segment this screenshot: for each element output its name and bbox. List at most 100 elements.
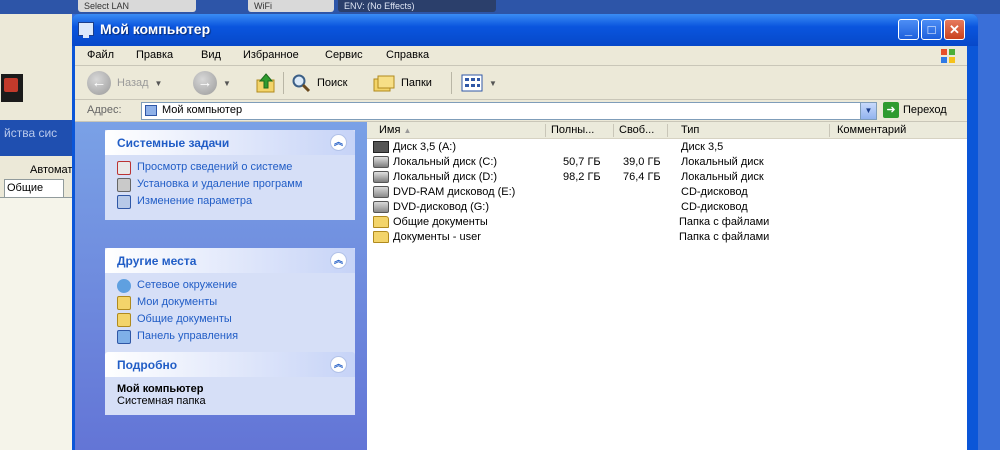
item-name: Диск 3,5 (A:): [393, 141, 457, 153]
menu-file[interactable]: Файл: [87, 49, 114, 61]
go-button[interactable]: ➜ Переход: [883, 102, 947, 118]
back-button[interactable]: ← Назад ▼: [87, 70, 162, 96]
list-item[interactable]: Локальный диск (D:) 98,2 ГБ 76,4 ГБ Лока…: [367, 170, 967, 185]
details-panel: Подробно ︽ Мой компьютер Системная папка: [105, 352, 355, 415]
menu-tools[interactable]: Сервис: [325, 49, 363, 61]
column-name[interactable]: Имя ▲: [379, 124, 411, 138]
place-label: Сетевое окружение: [137, 279, 238, 291]
close-button[interactable]: ✕: [944, 19, 965, 40]
folder-up-icon: [256, 73, 275, 93]
list-item[interactable]: DVD-дисковод (G:) CD-дисковод: [367, 200, 967, 215]
task-add-remove-programs[interactable]: Установка и удаление программ: [117, 178, 345, 192]
system-tasks-title: Системные задачи: [117, 136, 230, 150]
column-divider[interactable]: [613, 124, 614, 137]
place-label: Мои документы: [137, 296, 218, 308]
forward-arrow-icon: →: [193, 71, 217, 95]
place-my-documents[interactable]: Мои документы: [117, 296, 345, 310]
place-control-panel[interactable]: Панель управления: [117, 330, 345, 344]
background-dialog-pane: [0, 197, 72, 450]
task-view-system-info[interactable]: Просмотр сведений о системе: [117, 161, 345, 175]
column-divider[interactable]: [667, 124, 668, 137]
list-item[interactable]: Общие документы Папка с файлами: [367, 215, 967, 230]
menu-bar: Файл Правка Вид Избранное Сервис Справка: [75, 46, 967, 66]
back-label: Назад: [117, 77, 149, 89]
computer-icon: [145, 105, 157, 116]
task-change-setting[interactable]: Изменение параметра: [117, 195, 345, 209]
item-type: CD-дисковод: [681, 201, 748, 213]
column-divider[interactable]: [829, 124, 830, 137]
system-tasks-header[interactable]: Системные задачи ︽: [105, 130, 355, 155]
minimize-button[interactable]: _: [898, 19, 919, 40]
collapse-icon[interactable]: ︽: [330, 252, 347, 269]
computer-icon: [78, 22, 94, 38]
menu-view[interactable]: Вид: [201, 49, 221, 61]
background-tab-auto[interactable]: Автомат: [30, 164, 72, 176]
column-comment[interactable]: Комментарий: [837, 124, 906, 138]
column-free-space[interactable]: Своб...: [619, 124, 654, 138]
back-arrow-icon: ←: [87, 71, 111, 95]
windows-logo-icon: [935, 46, 963, 66]
item-type: Папка с файлами: [679, 231, 770, 243]
column-divider[interactable]: [545, 124, 546, 137]
collapse-icon[interactable]: ︽: [330, 356, 347, 373]
list-item[interactable]: Локальный диск (C:) 50,7 ГБ 39,0 ГБ Лока…: [367, 155, 967, 170]
taskbar-item[interactable]: ENV: (No Effects): [338, 0, 496, 12]
forward-button[interactable]: → ▼: [193, 70, 231, 96]
toolbar: ← Назад ▼ → ▼ Поиск Папки ▼: [75, 66, 967, 100]
up-button[interactable]: [255, 70, 277, 96]
place-network[interactable]: Сетевое окружение: [117, 279, 345, 293]
place-label: Общие документы: [137, 313, 232, 325]
item-name: DVD-дисковод (G:): [393, 201, 490, 213]
dvd-drive-icon: [373, 201, 389, 213]
views-button[interactable]: ▼: [461, 70, 497, 96]
folders-button[interactable]: Папки: [373, 70, 432, 96]
list-item[interactable]: Документы - user Папка с файлами: [367, 230, 967, 245]
file-list: Имя ▲ Полны... Своб... Тип Комментарий Д…: [367, 122, 967, 450]
search-button[interactable]: Поиск: [291, 70, 347, 96]
window-title: Мой компьютер: [100, 21, 211, 37]
title-bar[interactable]: Мой компьютер _ □ ✕: [72, 14, 978, 46]
place-shared-documents[interactable]: Общие документы: [117, 313, 345, 327]
views-icon: [461, 74, 483, 92]
explorer-window: Мой компьютер _ □ ✕ Файл Правка Вид Избр…: [72, 14, 978, 450]
other-places-panel: Другие места ︽ Сетевое окружение Мои док…: [105, 248, 355, 355]
column-type[interactable]: Тип: [681, 124, 699, 138]
collapse-icon[interactable]: ︽: [330, 134, 347, 151]
address-bar: Адрес: Мой компьютер ▼ ➜ Переход: [75, 100, 967, 122]
window-body: Файл Правка Вид Избранное Сервис Справка…: [75, 46, 967, 450]
task-pane: Системные задачи ︽ Просмотр сведений о с…: [75, 122, 367, 450]
folder-icon: [117, 296, 131, 310]
taskbar-item[interactable]: WiFi: [248, 0, 334, 12]
system-info-icon: [117, 161, 131, 175]
network-icon: [117, 279, 131, 293]
address-dropdown-button[interactable]: ▼: [860, 103, 876, 119]
item-total: 98,2 ГБ: [563, 171, 601, 183]
menu-edit[interactable]: Правка: [136, 49, 173, 61]
address-label: Адрес:: [87, 104, 122, 116]
item-name: Документы - user: [393, 231, 481, 243]
system-tasks-panel: Системные задачи ︽ Просмотр сведений о с…: [105, 130, 355, 220]
menu-favorites[interactable]: Избранное: [243, 49, 299, 61]
task-label: Изменение параметра: [137, 195, 253, 207]
list-item[interactable]: DVD-RAM дисковод (E:) CD-дисковод: [367, 185, 967, 200]
address-input[interactable]: Мой компьютер ▼: [141, 102, 877, 120]
details-title: Подробно: [117, 358, 178, 372]
column-total-size[interactable]: Полны...: [551, 124, 594, 138]
other-places-header[interactable]: Другие места ︽: [105, 248, 355, 273]
maximize-button[interactable]: □: [921, 19, 942, 40]
address-value: Мой компьютер: [162, 104, 243, 116]
menu-help[interactable]: Справка: [386, 49, 429, 61]
list-item[interactable]: Диск 3,5 (A:) Диск 3,5: [367, 140, 967, 155]
background-tab-general[interactable]: Общие: [4, 179, 64, 197]
item-name: Локальный диск (C:): [393, 156, 498, 168]
item-type: Папка с файлами: [679, 216, 770, 228]
logo-icon: [4, 78, 18, 92]
item-total: 50,7 ГБ: [563, 156, 601, 168]
other-places-title: Другие места: [117, 254, 197, 268]
floppy-drive-icon: [373, 141, 389, 153]
task-label: Просмотр сведений о системе: [137, 161, 293, 173]
details-subtitle: Системная папка: [117, 395, 206, 407]
taskbar-item[interactable]: Select LAN: [78, 0, 196, 12]
details-header[interactable]: Подробно ︽: [105, 352, 355, 377]
settings-icon: [117, 195, 131, 209]
